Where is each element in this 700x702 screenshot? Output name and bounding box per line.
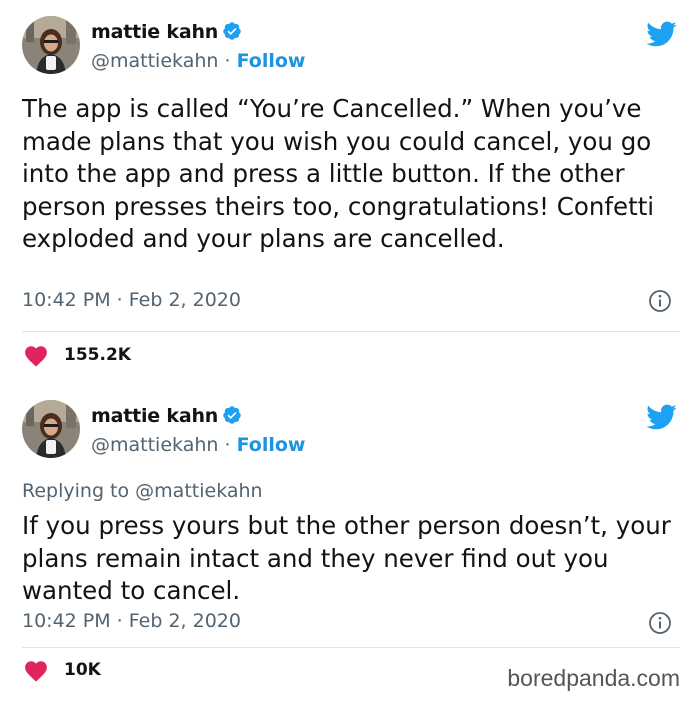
avatar[interactable] [22,400,80,458]
divider [22,331,680,332]
info-icon[interactable] [648,289,672,313]
verified-badge-icon [223,22,241,40]
like-count: 10K [64,660,101,680]
tweet-text: If you press yours but the other person … [22,511,671,605]
author-handle-line: @mattiekahn · Follow [91,50,305,72]
info-icon[interactable] [648,611,672,635]
follow-button[interactable]: Follow [237,50,306,72]
author-name-text[interactable]: mattie kahn [91,405,218,427]
divider [22,647,680,648]
replying-to-handle[interactable]: @mattiekahn [135,480,262,502]
replying-to-line: Replying to @mattiekahn [22,480,263,502]
verified-badge-icon [223,406,241,424]
like-action[interactable]: 10K [22,658,101,682]
author-name[interactable]: mattie kahn [91,405,242,427]
watermark: boredpanda.com [507,665,680,691]
author-handle[interactable]: @mattiekahn [91,50,218,72]
separator-dot: · [224,434,231,456]
separator-dot: · [224,50,231,72]
replying-to-label: Replying to [22,480,130,502]
timestamp[interactable]: 10:42 PM · Feb 2, 2020 [22,289,241,311]
author-name[interactable]: mattie kahn [91,21,242,43]
author-handle-line: @mattiekahn · Follow [91,434,305,456]
author-handle[interactable]: @mattiekahn [91,434,218,456]
like-count: 155.2K [64,345,131,365]
twitter-bird-icon[interactable] [642,18,680,50]
follow-button[interactable]: Follow [237,434,306,456]
heart-icon[interactable] [22,658,50,682]
avatar[interactable] [22,16,80,74]
tweet-card: mattie kahn @mattiekahn · Follow Replyin… [0,381,700,702]
tweet-text: The app is called “You’re Cancelled.” Wh… [22,94,655,253]
twitter-bird-icon[interactable] [642,401,680,433]
tweet-card: mattie kahn @mattiekahn · Follow The app… [0,0,700,381]
timestamp[interactable]: 10:42 PM · Feb 2, 2020 [22,610,241,632]
like-action[interactable]: 155.2K [22,343,131,367]
author-name-text[interactable]: mattie kahn [91,21,218,43]
heart-icon[interactable] [22,343,50,367]
